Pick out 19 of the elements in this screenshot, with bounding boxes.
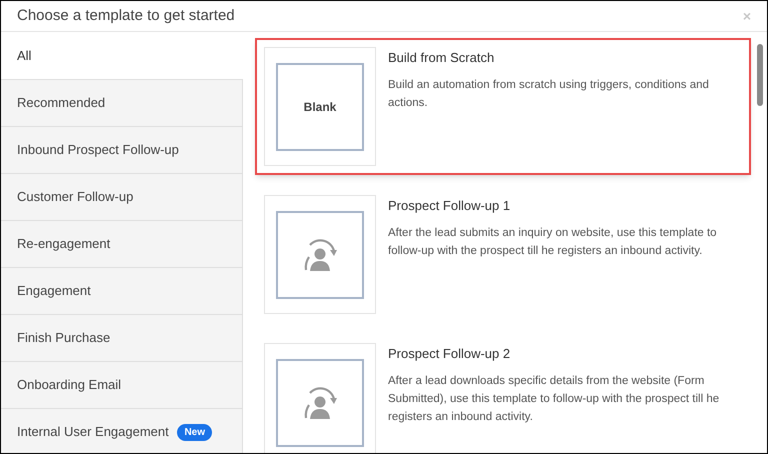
category-item[interactable]: Internal User Engagement New [1,408,243,453]
category-item[interactable]: Customer Follow-up [1,173,243,220]
dialog-title: Choose a template to get started [17,6,235,26]
template-title: Build from Scratch [388,49,496,67]
new-badge: New [177,424,212,440]
category-item[interactable]: Finish Purchase [1,314,243,361]
template-description: Build an automation from scratch using triggers, conditions and actions. [388,78,710,110]
scrollbar-thumb[interactable] [757,44,763,106]
category-item[interactable]: Onboarding Email [1,361,243,408]
blank-label: Blank [304,98,336,116]
template-title: Prospect Follow-up 1 [388,197,512,215]
template-description: After the lead submits an inquiry on website, use this template to follow-up with the prospect till he registers an inbound activity. [388,226,718,258]
category-item[interactable]: Engagement [1,267,243,314]
category-item[interactable]: Re-engagement [1,220,243,267]
category-item[interactable]: Inbound Prospect Follow-up [1,126,243,173]
template-title: Prospect Follow-up 2 [388,345,512,363]
template-card[interactable]: Blank Build from Scratch Build an automation from scratch using triggers, conditions and actions. [255,38,751,175]
category-item[interactable]: Recommended [1,79,243,126]
template-description: After a lead downloads specific details from the website (Form Submitted), use this template to follow-up with the prospect till he registers an inbound activity. [388,374,720,424]
